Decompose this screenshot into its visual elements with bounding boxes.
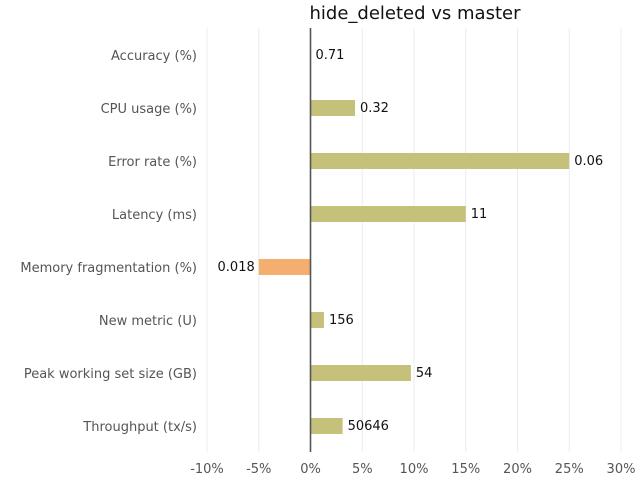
x-tick-label: 10% (400, 462, 429, 477)
grid-layer (206, 28, 622, 452)
bar-value-label: 156 (329, 313, 354, 328)
category-label: Error rate (%) (108, 155, 197, 170)
bar (310, 153, 570, 169)
bar-value-label: 54 (416, 366, 433, 381)
category-label: New metric (U) (99, 314, 197, 329)
x-tick-label: 20% (503, 462, 532, 477)
bar-value-label: 50646 (348, 419, 389, 434)
axis-layer: -10% -5% 0% 5% 10% 15% 20% 25% 30% (190, 28, 635, 477)
x-tick-label: -5% (246, 462, 271, 477)
category-label: Accuracy (%) (111, 49, 197, 64)
category-label: Throughput (tx/s) (82, 420, 197, 435)
bar-value-label: 0.06 (574, 154, 603, 169)
chart-title: hide_deleted vs master (310, 3, 522, 24)
bar (310, 365, 411, 381)
x-tick-label: 5% (352, 462, 373, 477)
bar-value-label: 11 (471, 207, 488, 222)
bar (310, 312, 324, 328)
comparison-bar-chart: hide_deleted vs master Accuracy (%) 0.71 C… (20, 3, 635, 477)
category-label: Latency (ms) (112, 208, 197, 223)
category-label: Peak working set size (GB) (24, 367, 197, 382)
category-label: CPU usage (%) (101, 102, 197, 117)
bar-value-label: 0.71 (316, 48, 345, 63)
bar-value-label: 0.32 (360, 101, 389, 116)
x-tick-label: 30% (607, 462, 636, 477)
x-tick-label: -10% (190, 462, 224, 477)
bar (310, 418, 343, 434)
x-tick-label: 0% (300, 462, 321, 477)
bar (310, 206, 466, 222)
x-tick-label: 15% (451, 462, 480, 477)
bar-value-label: 0.018 (218, 260, 255, 275)
x-tick-label: 25% (555, 462, 584, 477)
bar (310, 100, 356, 116)
category-label: Memory fragmentation (%) (20, 261, 197, 276)
bar (258, 259, 311, 275)
